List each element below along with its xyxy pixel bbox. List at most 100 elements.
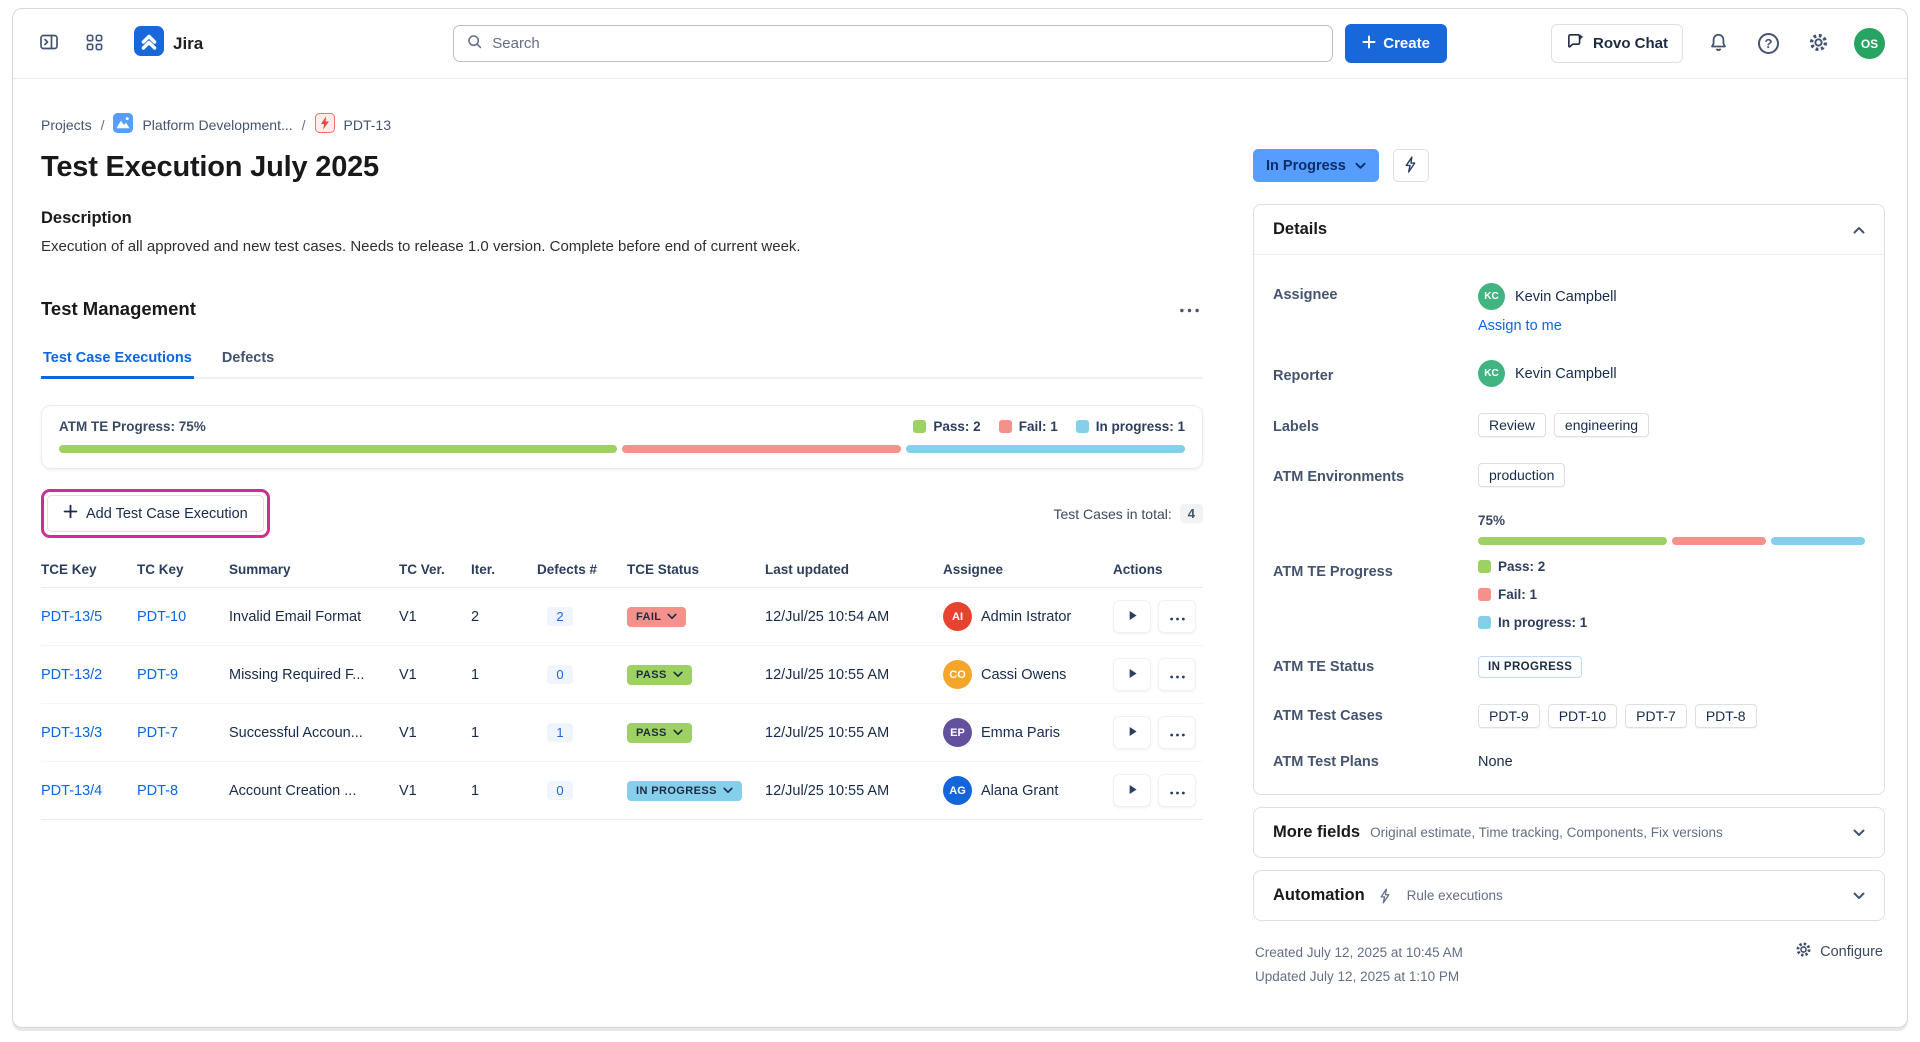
tce-key-link[interactable]: PDT-13/2 <box>41 667 102 683</box>
legend-fail-label: Fail: 1 <box>1019 419 1058 434</box>
legend-pass-label: Pass: 2 <box>933 419 980 434</box>
tab-test-case-executions[interactable]: Test Case Executions <box>41 344 194 379</box>
summary-cell: Invalid Email Format <box>229 609 399 625</box>
breadcrumb-project-link[interactable]: Platform Development... <box>142 117 292 133</box>
fail-color-swatch <box>1478 588 1491 601</box>
row-more-button[interactable] <box>1158 774 1196 807</box>
tce-status-dropdown[interactable]: IN PROGRESS <box>627 781 742 801</box>
create-button-label: Create <box>1383 35 1430 52</box>
breadcrumb-projects-link[interactable]: Projects <box>41 117 92 133</box>
assignee-value[interactable]: KC Kevin Campbell <box>1478 283 1865 310</box>
defects-count-badge[interactable]: 1 <box>547 723 573 742</box>
test-management-header: Test Management <box>41 297 1203 320</box>
row-more-button[interactable] <box>1158 658 1196 691</box>
issue-sidebar: In Progress Details Assignee <box>1253 79 1885 988</box>
add-button-label: Add Test Case Execution <box>86 506 248 522</box>
test-case-tag[interactable]: PDT-8 <box>1695 704 1757 728</box>
tab-defects[interactable]: Defects <box>220 344 276 379</box>
test-case-tag[interactable]: PDT-9 <box>1478 704 1540 728</box>
tce-status-dropdown[interactable]: PASS <box>627 665 692 685</box>
details-panel-header[interactable]: Details <box>1254 205 1884 255</box>
defects-count-badge[interactable]: 0 <box>547 781 573 800</box>
run-test-button[interactable] <box>1113 658 1151 691</box>
nav-left-group: Jira <box>35 26 203 61</box>
tce-key-link[interactable]: PDT-13/3 <box>41 725 102 741</box>
tce-key-link[interactable]: PDT-13/5 <box>41 609 102 625</box>
breadcrumb-issue-link[interactable]: PDT-13 <box>344 117 391 133</box>
defects-count-badge[interactable]: 0 <box>547 665 573 684</box>
details-fields: Assignee KC Kevin Campbell Assign to me … <box>1254 255 1884 794</box>
label-tag[interactable]: Review <box>1478 413 1546 437</box>
automation-panel: Automation Rule executions <box>1253 870 1885 921</box>
status-dropdown-button[interactable]: In Progress <box>1253 149 1379 182</box>
user-avatar[interactable]: OS <box>1854 28 1885 59</box>
col-assignee: Assignee <box>943 562 1113 577</box>
tc-key-link[interactable]: PDT-9 <box>137 667 178 683</box>
tc-key-link[interactable]: PDT-7 <box>137 725 178 741</box>
add-test-case-execution-button[interactable]: Add Test Case Execution <box>47 495 264 532</box>
configure-button[interactable]: Configure <box>1795 941 1883 962</box>
label-tag[interactable]: engineering <box>1554 413 1649 437</box>
col-actions: Actions <box>1113 562 1203 577</box>
tce-status-label: IN PROGRESS <box>636 785 717 797</box>
search-input[interactable] <box>492 35 1320 52</box>
help-button[interactable]: ? <box>1754 29 1783 58</box>
assignee-avatar: KC <box>1478 283 1505 310</box>
tce-key-link[interactable]: PDT-13/4 <box>41 783 102 799</box>
run-test-button[interactable] <box>1113 716 1151 749</box>
assignee-avatar: EP <box>943 718 972 747</box>
details-title: Details <box>1273 220 1327 239</box>
col-iter: Iter. <box>471 562 537 577</box>
rovo-chat-button[interactable]: Rovo Chat <box>1551 24 1683 63</box>
app-switcher-button[interactable] <box>81 29 108 59</box>
assignee-avatar: AG <box>943 776 972 805</box>
more-fields-panel: More fields Original estimate, Time trac… <box>1253 807 1885 858</box>
details-progress-legend: Pass: 2 Fail: 1 In progress: 1 <box>1478 559 1865 630</box>
tce-status-dropdown[interactable]: PASS <box>627 723 692 743</box>
row-more-button[interactable] <box>1158 716 1196 749</box>
table-row: PDT-13/4 PDT-8 Account Creation ... V1 1… <box>41 762 1203 820</box>
top-navigation-bar: Jira Create Rovo Chat <box>13 9 1907 79</box>
tc-key-link[interactable]: PDT-8 <box>137 783 178 799</box>
more-fields-header[interactable]: More fields Original estimate, Time trac… <box>1254 808 1884 857</box>
tce-status-label: PASS <box>636 727 667 739</box>
tce-status-dropdown[interactable]: FAIL <box>627 607 686 627</box>
reporter-value[interactable]: KC Kevin Campbell <box>1478 360 1865 387</box>
settings-button[interactable] <box>1804 28 1833 60</box>
breadcrumb-separator: / <box>302 117 306 133</box>
assignee-name: Kevin Campbell <box>1515 289 1617 305</box>
create-button[interactable]: Create <box>1345 24 1447 63</box>
field-reporter: Reporter KC Kevin Campbell <box>1273 360 1865 387</box>
automation-header[interactable]: Automation Rule executions <box>1254 871 1884 920</box>
row-more-button[interactable] <box>1158 600 1196 633</box>
environment-tag[interactable]: production <box>1478 463 1565 487</box>
rovo-chat-label: Rovo Chat <box>1593 35 1668 52</box>
rovo-chat-icon <box>1566 32 1585 55</box>
te-status-field-label: ATM TE Status <box>1273 659 1478 675</box>
tc-key-link[interactable]: PDT-10 <box>137 609 186 625</box>
assignee-name: Admin Istrator <box>981 609 1071 625</box>
automation-quick-action-button[interactable] <box>1393 149 1429 182</box>
breadcrumb-separator: / <box>101 117 105 133</box>
more-fields-title: More fields <box>1273 823 1360 842</box>
test-case-executions-table: TCE Key TC Key Summary TC Ver. Iter. Def… <box>41 554 1203 820</box>
defects-count-badge[interactable]: 2 <box>547 607 573 626</box>
test-case-tag[interactable]: PDT-7 <box>1625 704 1687 728</box>
col-tce-status: TCE Status <box>627 562 765 577</box>
global-search[interactable] <box>453 25 1333 62</box>
environments-field-label: ATM Environments <box>1273 465 1478 485</box>
sidebar-toggle-button[interactable] <box>35 28 63 59</box>
assign-to-me-link[interactable]: Assign to me <box>1478 318 1562 334</box>
chevron-up-icon <box>1853 226 1865 234</box>
section-more-button[interactable] <box>1176 297 1203 320</box>
play-icon <box>1126 725 1139 741</box>
notifications-button[interactable] <box>1704 28 1733 60</box>
jira-home-link[interactable]: Jira <box>134 26 203 61</box>
run-test-button[interactable] <box>1113 774 1151 807</box>
chevron-down-icon <box>723 787 733 794</box>
tc-version-cell: V1 <box>399 725 471 741</box>
tc-version-cell: V1 <box>399 667 471 683</box>
run-test-button[interactable] <box>1113 600 1151 633</box>
plus-icon <box>1362 35 1376 53</box>
test-case-tag[interactable]: PDT-10 <box>1548 704 1617 728</box>
